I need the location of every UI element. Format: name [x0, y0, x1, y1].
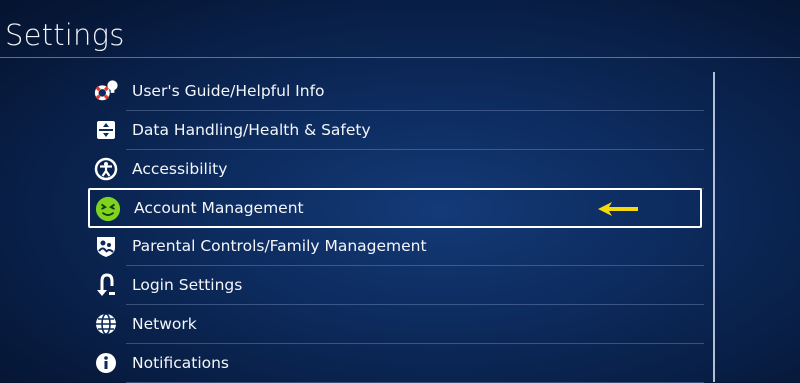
scrollbar[interactable] — [713, 72, 715, 382]
login-icon — [93, 272, 119, 298]
settings-menu: User's Guide/Helpful Info Data Handling/… — [88, 72, 706, 383]
menu-item-parental-controls[interactable]: Parental Controls/Family Management — [97, 227, 704, 266]
accessibility-icon — [93, 156, 119, 182]
globe-icon — [93, 311, 119, 337]
menu-item-data-handling[interactable]: Data Handling/Health & Safety — [97, 111, 704, 150]
menu-item-label: User's Guide/Helpful Info — [132, 82, 325, 100]
menu-item-notifications[interactable]: Notifications — [96, 344, 704, 383]
menu-item-label: Data Handling/Health & Safety — [132, 121, 371, 139]
page-title: Settings — [5, 18, 125, 52]
menu-item-label: Accessibility — [132, 160, 228, 178]
menu-item-label: Account Management — [134, 199, 304, 217]
menu-item-login-settings[interactable]: Login Settings — [97, 266, 704, 305]
yellow-arrow-icon — [596, 200, 640, 222]
account-smiley-icon — [95, 196, 121, 222]
info-icon — [93, 350, 119, 376]
menu-item-label: Network — [132, 315, 197, 333]
menu-item-label: Parental Controls/Family Management — [132, 237, 427, 255]
menu-item-network[interactable]: Network — [96, 305, 704, 344]
data-handling-icon — [93, 117, 119, 143]
title-divider — [0, 57, 800, 58]
menu-item-label: Notifications — [132, 354, 230, 372]
menu-item-account-management[interactable]: Account Management — [88, 188, 702, 228]
lifebuoy-lightbulb-icon — [93, 78, 119, 104]
menu-item-label: Login Settings — [132, 276, 243, 294]
menu-item-accessibility[interactable]: Accessibility — [94, 150, 704, 189]
menu-item-users-guide[interactable]: User's Guide/Helpful Info — [94, 72, 704, 111]
parental-controls-icon — [93, 233, 119, 259]
